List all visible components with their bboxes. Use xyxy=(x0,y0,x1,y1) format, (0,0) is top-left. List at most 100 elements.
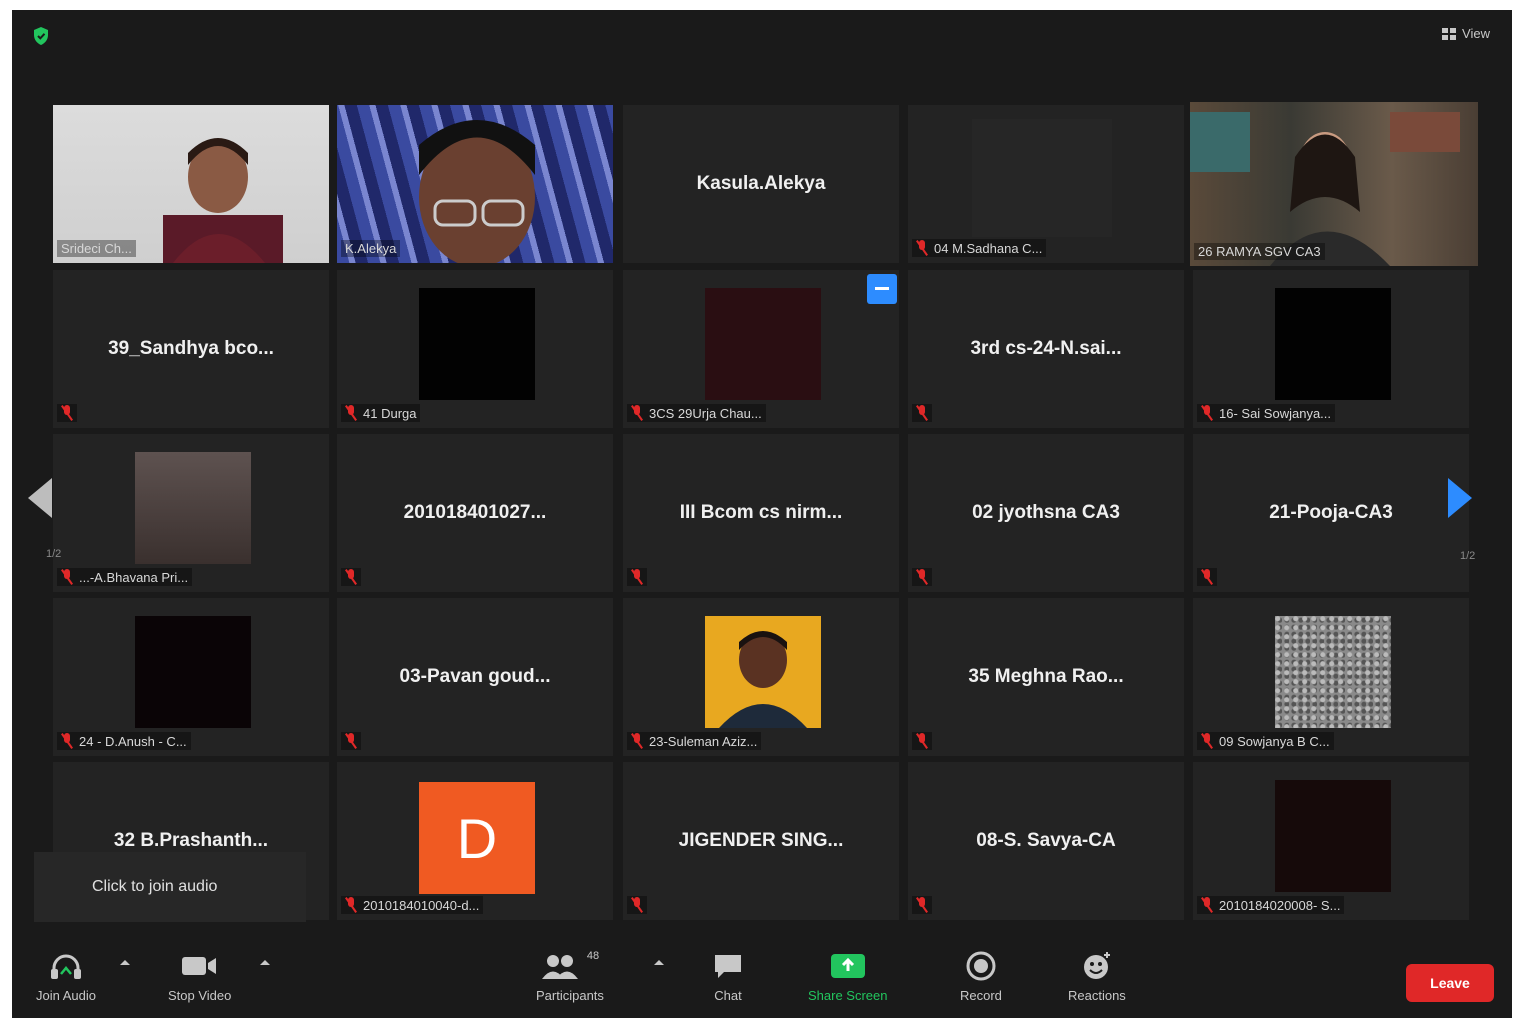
participants-button[interactable]: 48 Participants xyxy=(536,950,604,1003)
mic-muted-icon xyxy=(345,569,357,585)
video-options-caret-icon[interactable] xyxy=(260,960,270,965)
participant-tile[interactable]: 39_Sandhya bco... xyxy=(53,270,329,428)
participant-tile[interactable]: 35 Meghna Rao... xyxy=(908,598,1184,756)
participants-count: 48 xyxy=(586,950,600,962)
view-button[interactable]: View xyxy=(1442,26,1490,41)
participant-name-tag xyxy=(341,732,361,750)
mic-muted-icon xyxy=(345,897,357,913)
chat-icon xyxy=(715,955,741,978)
participant-name: 3rd cs-24-N.sai... xyxy=(970,338,1122,359)
previous-page-arrow-icon[interactable] xyxy=(28,478,52,518)
participant-tile[interactable]: 24 - D.Anush - C... xyxy=(53,598,329,756)
participant-name-tag xyxy=(912,568,932,586)
participant-tile[interactable]: ...-A.Bhavana Pri... xyxy=(53,434,329,592)
mic-muted-icon xyxy=(916,897,928,913)
participant-tile[interactable]: D 2010184010040-d... xyxy=(337,762,613,920)
join-audio-tooltip[interactable]: Click to join audio xyxy=(34,852,306,922)
participant-name-tag: 24 - D.Anush - C... xyxy=(57,732,191,750)
participant-name: 201018401027... xyxy=(403,502,547,523)
avatar: D xyxy=(419,782,535,894)
next-page-arrow-icon[interactable] xyxy=(1448,478,1472,518)
join-audio-button[interactable]: Join Audio xyxy=(36,950,96,1003)
participant-name-tag: 26 RAMYA SGV CA3 xyxy=(1194,243,1325,260)
mic-muted-icon xyxy=(631,569,643,585)
mic-muted-icon xyxy=(916,240,928,256)
participants-options-caret-icon[interactable] xyxy=(654,960,664,965)
participant-name: III Bcom cs nirm... xyxy=(679,502,843,523)
gallery-view-icon xyxy=(1442,27,1457,40)
participant-tile[interactable]: Kasula.Alekya xyxy=(623,105,899,263)
participant-name: 08-S. Savya-CA xyxy=(976,830,1116,851)
participants-icon xyxy=(541,955,578,979)
participant-name-tag: 04 M.Sadhana C... xyxy=(912,239,1047,257)
participant-tile[interactable]: 04 M.Sadhana C... xyxy=(908,105,1184,263)
participant-name-tag xyxy=(627,568,647,586)
join-audio-tooltip-text: Click to join audio xyxy=(92,878,218,895)
participant-tile[interactable]: 2010184020008- S... xyxy=(1193,762,1469,920)
participant-name-tag xyxy=(341,568,361,586)
stop-video-button[interactable]: Stop Video xyxy=(168,950,231,1003)
participant-tile[interactable]: 09 Sowjanya B C... xyxy=(1193,598,1469,756)
participant-tile[interactable]: 201018401027... xyxy=(337,434,613,592)
participant-name-tag xyxy=(912,896,932,914)
participant-name: 35 Meghna Rao... xyxy=(968,666,1124,687)
participant-tile-active-speaker[interactable]: 26 RAMYA SGV CA3 xyxy=(1190,102,1478,266)
participant-name: 03-Pavan goud... xyxy=(399,666,551,687)
page-indicator-left: 1/2 xyxy=(46,548,62,560)
participant-name: 32 B.Prashanth... xyxy=(113,830,269,851)
meeting-toolbar: Join Audio Stop Video 48 Participants Ch… xyxy=(12,942,1512,1018)
reactions-button[interactable]: Reactions xyxy=(1068,950,1126,1003)
participant-name-tag: 41 Durga xyxy=(341,404,421,422)
avatar-letter: D xyxy=(456,806,498,870)
mic-muted-icon xyxy=(61,405,73,421)
participant-tile[interactable]: JIGENDER SING... xyxy=(623,762,899,920)
participant-tile[interactable]: K.Alekya xyxy=(337,105,613,263)
record-button[interactable]: Record xyxy=(960,950,1002,1003)
join-audio-label: Join Audio xyxy=(36,988,96,1003)
view-label: View xyxy=(1462,26,1490,41)
participant-tile[interactable]: 02 jyothsna CA3 xyxy=(908,434,1184,592)
participant-name-tag: 23-Suleman Aziz... xyxy=(627,732,762,750)
participant-video xyxy=(1275,288,1391,400)
participant-tile[interactable]: 03-Pavan goud... xyxy=(337,598,613,756)
mic-muted-icon xyxy=(916,569,928,585)
participant-tile[interactable]: 16- Sai Sowjanya... xyxy=(1193,270,1469,428)
mic-muted-icon xyxy=(1201,405,1213,421)
participant-name-tag xyxy=(57,404,77,422)
participant-tile[interactable]: 3rd cs-24-N.sai... xyxy=(908,270,1184,428)
participant-tile[interactable]: Srideci Ch... xyxy=(53,105,329,263)
participant-video xyxy=(1275,780,1391,892)
participant-tile[interactable]: 08-S. Savya-CA xyxy=(908,762,1184,920)
chat-button[interactable]: Chat xyxy=(712,950,744,1003)
mic-muted-icon xyxy=(631,897,643,913)
mic-muted-icon xyxy=(61,733,73,749)
participant-name-tag: 09 Sowjanya B C... xyxy=(1197,732,1334,750)
mic-muted-icon xyxy=(631,405,643,421)
participants-label: Participants xyxy=(536,988,604,1003)
mic-muted-icon xyxy=(1201,733,1213,749)
audio-options-caret-icon[interactable] xyxy=(120,960,130,965)
participant-tile[interactable]: III Bcom cs nirm... xyxy=(623,434,899,592)
participant-video xyxy=(419,288,535,400)
security-shield-icon[interactable] xyxy=(32,26,50,46)
participant-tile[interactable]: 3CS 29Urja Chau... xyxy=(623,270,899,428)
participant-tile[interactable]: 41 Durga xyxy=(337,270,613,428)
participant-name: 02 jyothsna CA3 xyxy=(972,502,1120,523)
video-camera-icon xyxy=(181,957,216,975)
participant-name: 39_Sandhya bco... xyxy=(108,338,274,359)
share-screen-button[interactable]: Share Screen xyxy=(808,950,888,1003)
participant-name: JIGENDER SING... xyxy=(678,830,844,851)
participant-name: Kasula.Alekya xyxy=(696,173,826,194)
participant-name-tag xyxy=(627,896,647,914)
participant-name-tag: 2010184020008- S... xyxy=(1197,896,1345,914)
participant-name-tag: 2010184010040-d... xyxy=(341,896,484,914)
share-screen-label: Share Screen xyxy=(808,988,888,1003)
record-label: Record xyxy=(960,988,1002,1003)
participant-video xyxy=(1190,102,1478,266)
leave-button[interactable]: Leave xyxy=(1406,964,1494,1002)
participant-name-tag xyxy=(912,404,932,422)
participant-video xyxy=(135,616,251,728)
mic-muted-icon xyxy=(345,733,357,749)
participant-tile[interactable]: 23-Suleman Aziz... xyxy=(623,598,899,756)
participant-tile[interactable]: 21-Pooja-CA3 xyxy=(1193,434,1469,592)
